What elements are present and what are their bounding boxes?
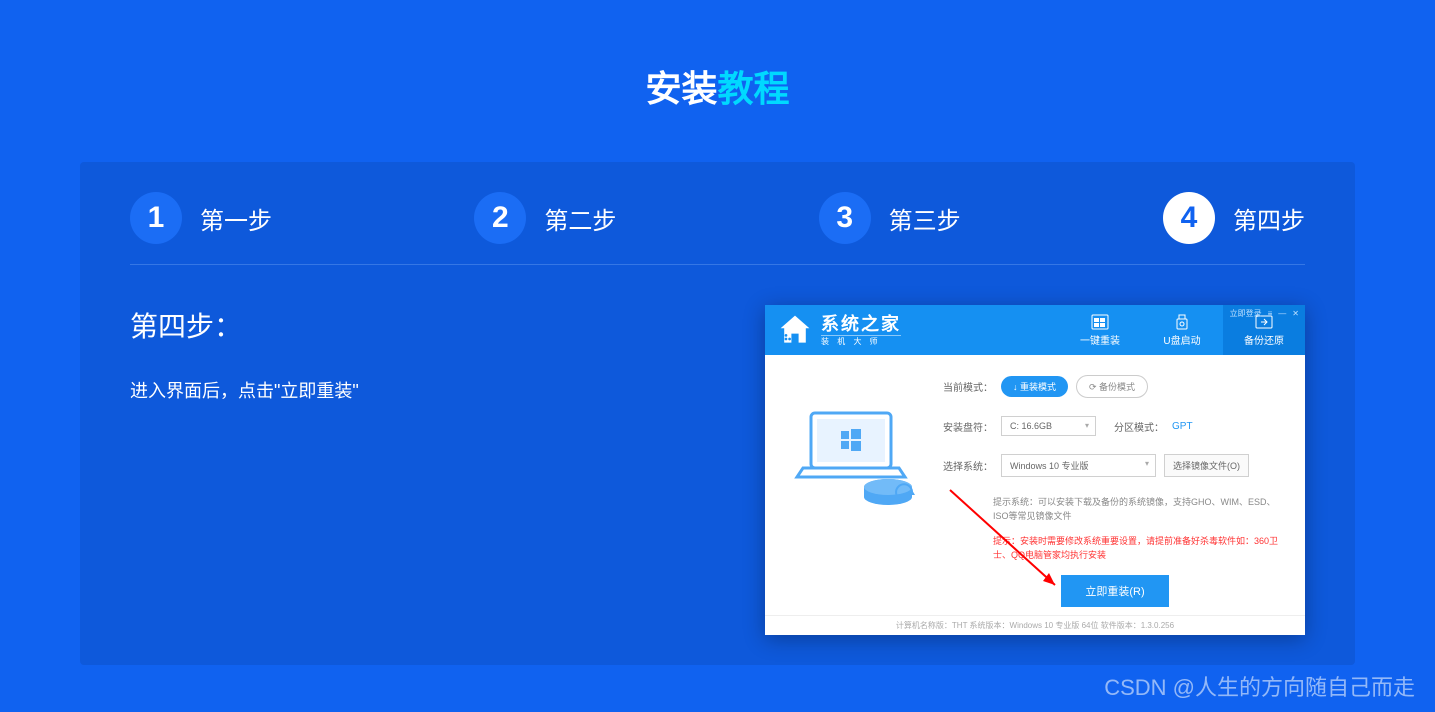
- step-label-2: 第二步: [544, 201, 616, 236]
- app-form: 当前模式： ↓ 重装模式 ⟳ 备份模式 安装盘符： C: 16.6GB 分区模式…: [933, 375, 1287, 607]
- mode-reinstall-pill[interactable]: ↓ 重装模式: [1001, 376, 1068, 397]
- logo-main-text: 系统之家: [821, 315, 901, 333]
- step-label-3: 第三步: [889, 201, 961, 236]
- form-warning: 提示：安装时需要修改系统重要设置，请提前准备好杀毒软件如：360卫士、QQ电脑管…: [943, 534, 1287, 563]
- step-label-1: 第一步: [200, 201, 272, 236]
- step-circle-3: 3: [819, 192, 871, 244]
- step-1[interactable]: 1 第一步: [130, 192, 272, 244]
- tab-label: 备份还原: [1244, 332, 1284, 347]
- step-4[interactable]: 4 第四步: [1163, 192, 1305, 244]
- tab-usb[interactable]: U盘启动: [1141, 305, 1223, 355]
- house-icon: [777, 312, 813, 348]
- partition-value: GPT: [1172, 421, 1193, 432]
- tab-reinstall[interactable]: 一键重装: [1059, 305, 1141, 355]
- logo-sub-text: 装 机 大 师: [821, 335, 901, 346]
- app-logo: 系统之家 装 机 大 师: [765, 305, 913, 355]
- windows-icon: [1090, 314, 1110, 330]
- content-left: 第四步： 进入界面后，点击"立即重装": [130, 305, 650, 635]
- partition-label: 分区模式：: [1114, 419, 1164, 434]
- system-row: 选择系统： Windows 10 专业版 选择镜像文件(O): [943, 454, 1287, 477]
- system-select[interactable]: Windows 10 专业版: [1001, 454, 1156, 477]
- tab-label: U盘启动: [1163, 332, 1200, 347]
- app-header: 立即登录 ≡ — ✕ 系统之家 装 机 大 师: [765, 305, 1305, 355]
- step-circle-1: 1: [130, 192, 182, 244]
- title-part1: 安装: [645, 68, 717, 109]
- screenshot-wrapper: 立即登录 ≡ — ✕ 系统之家 装 机 大 师: [690, 305, 1305, 635]
- tab-label: 一键重装: [1080, 332, 1120, 347]
- watermark: CSDN @人生的方向随自己而走: [1104, 670, 1415, 702]
- drive-label: 安装盘符：: [943, 419, 993, 434]
- step-heading: 第四步：: [130, 305, 650, 345]
- login-link[interactable]: 立即登录: [1230, 308, 1262, 319]
- step-3[interactable]: 3 第三步: [819, 192, 961, 244]
- content-box: 1 第一步 2 第二步 3 第三步 4 第四步 第四步： 进入界面后，点击"立即…: [80, 162, 1355, 665]
- step-label-4: 第四步: [1233, 201, 1305, 236]
- app-body: 当前模式： ↓ 重装模式 ⟳ 备份模式 安装盘符： C: 16.6GB 分区模式…: [765, 355, 1305, 615]
- app-footer: 计算机名称版：THT 系统版本：Windows 10 专业版 64位 软件版本：…: [765, 615, 1305, 635]
- mode-backup-pill[interactable]: ⟳ 备份模式: [1076, 375, 1148, 398]
- laptop-illustration: [783, 375, 933, 607]
- page-title: 安装教程: [0, 0, 1435, 162]
- system-label: 选择系统：: [943, 458, 993, 473]
- step-description: 进入界面后，点击"立即重装": [130, 375, 650, 407]
- drive-select[interactable]: C: 16.6GB: [1001, 416, 1096, 436]
- usb-icon: [1172, 314, 1192, 330]
- close-icon[interactable]: ✕: [1292, 309, 1299, 318]
- content-row: 第四步： 进入界面后，点击"立即重装" 立即登录 ≡ — ✕: [130, 265, 1305, 635]
- drive-row: 安装盘符： C: 16.6GB 分区模式： GPT: [943, 416, 1287, 436]
- step-circle-4: 4: [1163, 192, 1215, 244]
- mode-label: 当前模式：: [943, 379, 993, 394]
- app-topbar: 立即登录 ≡ — ✕: [1230, 308, 1299, 319]
- steps-row: 1 第一步 2 第二步 3 第三步 4 第四步: [130, 182, 1305, 265]
- step-circle-2: 2: [474, 192, 526, 244]
- menu-icon[interactable]: ≡: [1268, 309, 1273, 318]
- reinstall-button[interactable]: 立即重装(R): [1061, 575, 1168, 607]
- minimize-icon[interactable]: —: [1278, 309, 1286, 318]
- browse-button[interactable]: 选择镜像文件(O): [1164, 454, 1249, 477]
- step-2[interactable]: 2 第二步: [474, 192, 616, 244]
- title-part2: 教程: [718, 68, 790, 109]
- mode-row: 当前模式： ↓ 重装模式 ⟳ 备份模式: [943, 375, 1287, 398]
- form-note: 提示系统：可以安装下载及备份的系统镜像，支持GHO、WIM、ESD、ISO等常见…: [943, 495, 1287, 524]
- app-screenshot: 立即登录 ≡ — ✕ 系统之家 装 机 大 师: [765, 305, 1305, 635]
